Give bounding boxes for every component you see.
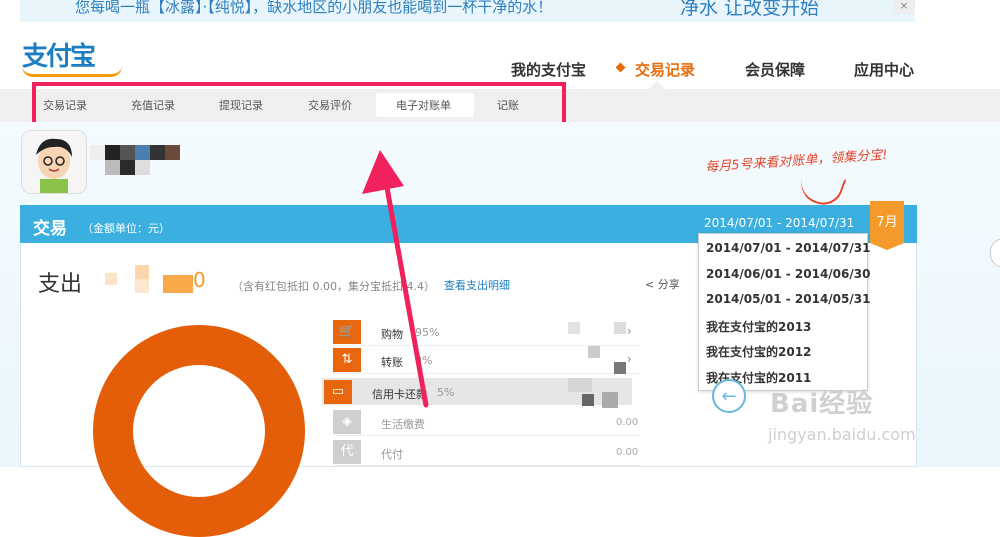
category-value: 0.00 [616, 447, 639, 458]
alipay-logo[interactable]: 支付宝 [22, 36, 122, 77]
pay-for-icon: 代 [333, 440, 361, 464]
panel-title: 交易 [33, 219, 67, 239]
avatar[interactable] [21, 130, 87, 194]
logo-swoosh [22, 66, 122, 77]
cart-icon: 🛒 [333, 320, 361, 344]
previous-arrow-icon[interactable]: ← [712, 379, 746, 413]
nav-my-alipay[interactable]: 我的支付宝 [511, 59, 586, 80]
category-row-pay-for[interactable]: 代 代付 0.00 [333, 440, 640, 466]
banner-close-icon[interactable]: × [893, 0, 915, 14]
share-button[interactable]: < 分享 [645, 276, 680, 292]
date-option[interactable]: 2014/07/01 - 2014/07/31 [706, 241, 870, 255]
panel-unit: （金额单位：元） [82, 222, 170, 235]
utility-icon: ◈ [333, 410, 361, 434]
expense-label: 支出 [38, 272, 83, 297]
banner-text: 您每喝一瓶【冰露】·【纯悦】，缺水地区的小朋友也能喝到一杯干净的水！ [75, 0, 553, 16]
date-option[interactable]: 我在支付宝的2012 [706, 343, 811, 360]
nav-app-center[interactable]: 应用中心 [854, 59, 914, 80]
date-option[interactable]: 2014/05/01 - 2014/05/31 [706, 292, 870, 306]
annotation-arrow-icon [362, 150, 429, 408]
share-label: 分享 [657, 278, 680, 291]
category-label: 生活缴费 [381, 418, 425, 431]
date-option[interactable]: 我在支付宝的2013 [706, 318, 811, 335]
promo-banner[interactable]: 您每喝一瓶【冰露】·【纯悦】，缺水地区的小朋友也能喝到一杯干净的水！ 净水 让改… [20, 0, 915, 22]
avatar-cartoon-icon [22, 131, 86, 193]
date-range-dropdown [698, 233, 868, 391]
active-nav-dot-icon [615, 62, 626, 73]
baidu-watermark-url: jingyan.baidu.com [768, 425, 916, 444]
nav-caret-icon [649, 81, 665, 89]
date-option[interactable]: 2014/06/01 - 2014/06/30 [706, 267, 870, 281]
amount-digit: 0 [193, 268, 206, 292]
blurred-category-values [568, 322, 628, 412]
banner-slogan: 净水 让改变开始 [680, 0, 820, 19]
share-icon: < [645, 278, 655, 291]
baidu-watermark-logo: Bai经验 [770, 389, 874, 419]
category-label: 代付 [381, 448, 403, 461]
blurred-username [90, 145, 180, 175]
category-value: 0.00 [616, 417, 639, 428]
nav-transaction-records[interactable]: 交易记录 [635, 59, 695, 80]
credit-card-icon: ▭ [324, 380, 352, 404]
transfer-icon: ⇅ [333, 348, 361, 372]
blurred-amount [105, 265, 205, 295]
date-range-selector[interactable]: 2014/07/01 - 2014/07/31 [704, 216, 854, 230]
view-expense-details-link[interactable]: 查看支出明细 [444, 277, 510, 293]
category-row-utilities[interactable]: ◈ 生活缴费 0.00 [333, 410, 640, 436]
nav-member-protection[interactable]: 会员保障 [745, 59, 805, 80]
month-tag: 7月 [870, 201, 904, 250]
expense-donut-chart[interactable] [93, 325, 305, 537]
